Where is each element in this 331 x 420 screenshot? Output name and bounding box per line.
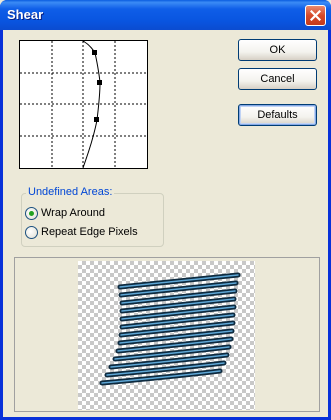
close-icon xyxy=(310,10,321,21)
repeat-edge-pixels-option[interactable]: Repeat Edge Pixels xyxy=(25,224,138,240)
window-title: Shear xyxy=(7,7,44,22)
preview-panel xyxy=(14,257,320,412)
shear-dialog: Shear OK Cancel Defaults Undefined Areas… xyxy=(0,0,331,420)
sheared-stripes xyxy=(99,272,241,386)
ok-button[interactable]: OK xyxy=(238,39,317,61)
sheared-image-preview xyxy=(99,272,241,386)
shear-curve-graph[interactable] xyxy=(19,40,148,169)
curve-control-point[interactable] xyxy=(97,80,102,85)
repeat-edge-pixels-label[interactable]: Repeat Edge Pixels xyxy=(41,226,138,238)
repeat-edge-pixels-radio[interactable] xyxy=(25,225,38,239)
defaults-button[interactable]: Defaults xyxy=(238,104,317,126)
wrap-around-radio[interactable] xyxy=(25,206,38,220)
wrap-around-label[interactable]: Wrap Around xyxy=(41,207,105,219)
curve-control-point[interactable] xyxy=(94,117,99,122)
wrap-around-option[interactable]: Wrap Around xyxy=(25,205,105,221)
close-button[interactable] xyxy=(305,5,326,26)
preview-image[interactable] xyxy=(78,261,255,410)
dialog-body: OK Cancel Defaults Undefined Areas: Wrap… xyxy=(3,30,328,417)
radio-selected-dot xyxy=(29,210,34,216)
graph-grid xyxy=(20,41,147,168)
curve-control-point[interactable] xyxy=(92,50,97,55)
title-bar[interactable]: Shear xyxy=(0,0,331,30)
cancel-button[interactable]: Cancel xyxy=(238,68,317,90)
undefined-areas-label: Undefined Areas: xyxy=(26,186,115,198)
shear-curve-canvas[interactable] xyxy=(20,40,147,169)
